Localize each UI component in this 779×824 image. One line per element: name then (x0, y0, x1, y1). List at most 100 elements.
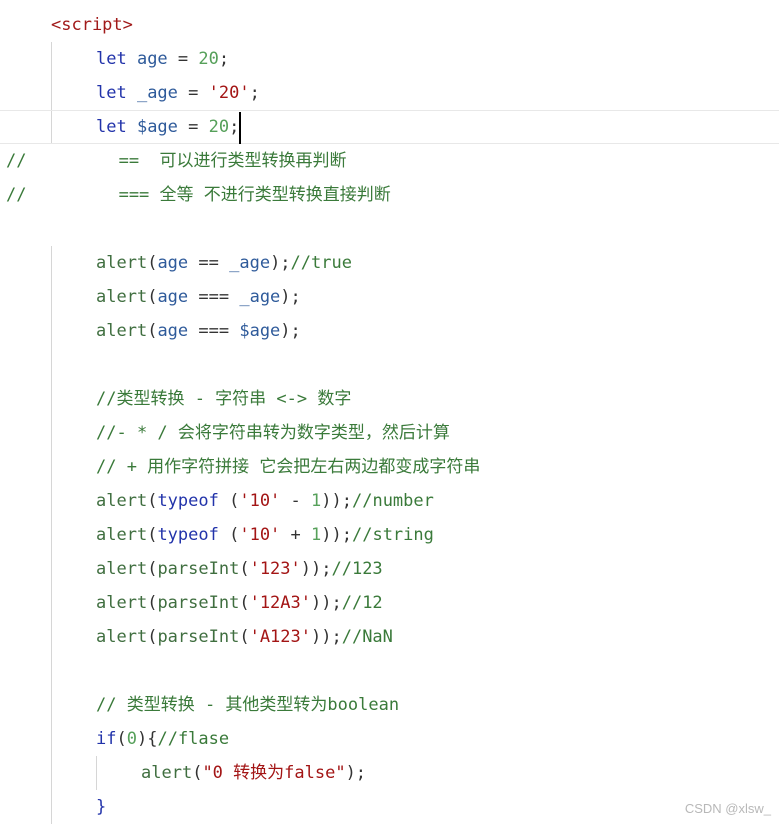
code-line[interactable]: alert(age === _age); (0, 280, 779, 314)
code-token: } (96, 797, 107, 817)
code-token: //true (290, 253, 352, 273)
code-text: <script> (51, 8, 133, 42)
code-token: ( (218, 491, 240, 511)
code-line[interactable]: alert(parseInt('123'));//123 (0, 552, 779, 586)
code-token: ( (147, 287, 158, 307)
code-token: $age (126, 117, 189, 137)
code-line[interactable] (0, 654, 779, 688)
code-token: '10' (239, 525, 281, 545)
code-token: = (188, 117, 199, 137)
code-token: age (126, 49, 178, 69)
code-token: "0 转换为false" (202, 763, 346, 783)
code-line[interactable]: if(0){//flase (0, 722, 779, 756)
code-line[interactable]: // == 可以进行类型转换再判断 (0, 144, 779, 178)
code-line[interactable]: alert(age == _age);//true (0, 246, 779, 280)
code-line[interactable]: alert(typeof ('10' - 1));//number (0, 484, 779, 518)
code-text: //类型转换 - 字符串 <-> 数字 (96, 382, 351, 416)
code-text: alert(typeof ('10' + 1));//string (96, 518, 434, 552)
code-token: 20 (188, 49, 219, 69)
code-token: _age (229, 287, 281, 307)
code-line[interactable] (0, 348, 779, 382)
code-line[interactable]: alert("0 转换为false"); (0, 756, 779, 790)
code-token: //123 (331, 559, 383, 579)
code-text: // + 用作字符拼接 它会把左右两边都变成字符串 (96, 450, 480, 484)
code-token: === (198, 321, 230, 341)
code-line[interactable]: alert(age === $age); (0, 314, 779, 348)
code-token: ( (147, 321, 158, 341)
code-token: $age (229, 321, 281, 341)
code-line[interactable]: let age = 20; (0, 42, 779, 76)
code-line[interactable]: // + 用作字符拼接 它会把左右两边都变成字符串 (0, 450, 779, 484)
code-token: //- * / 会将字符串转为数字类型，然后计算 (96, 423, 450, 443)
code-token: = (188, 83, 199, 103)
code-text: alert("0 转换为false"); (141, 756, 366, 790)
code-token: typeof (157, 525, 219, 545)
code-token: parseInt (157, 627, 240, 647)
watermark: CSDN @xlsw_ (684, 801, 771, 816)
code-text: //- * / 会将字符串转为数字类型，然后计算 (96, 416, 450, 450)
code-text: // === 全等 不进行类型转换直接判断 (6, 178, 391, 212)
code-token: _age (218, 253, 271, 273)
code-line[interactable]: } (0, 790, 779, 824)
code-token: //string (351, 525, 434, 545)
code-token: )); (311, 627, 342, 647)
code-token: ( (147, 525, 158, 545)
code-line[interactable]: alert(parseInt('A123'));//NaN (0, 620, 779, 654)
code-token: ); (345, 763, 367, 783)
code-token: let (96, 117, 127, 137)
code-line[interactable]: <script> (0, 8, 779, 42)
code-token: ( (218, 525, 240, 545)
code-text: // 类型转换 - 其他类型转为boolean (96, 688, 399, 722)
code-token: //number (351, 491, 434, 511)
code-token: if (96, 729, 117, 749)
code-line[interactable]: //类型转换 - 字符串 <-> 数字 (0, 382, 779, 416)
code-token: // === 全等 不进行类型转换直接判断 (6, 185, 391, 205)
code-token: )); (321, 525, 352, 545)
code-token: let (96, 49, 127, 69)
code-token: parseInt (157, 593, 240, 613)
code-token: )); (300, 559, 332, 579)
code-line[interactable]: alert(typeof ('10' + 1));//string (0, 518, 779, 552)
code-token: alert (96, 491, 148, 511)
code-token: ( (192, 763, 203, 783)
code-line[interactable]: // 类型转换 - 其他类型转为boolean (0, 688, 779, 722)
code-line[interactable]: let _age = '20'; (0, 76, 779, 110)
code-token: )); (311, 593, 342, 613)
code-token: ( (147, 627, 158, 647)
code-text: alert(age === _age); (96, 280, 301, 314)
code-token: ( (147, 559, 158, 579)
code-text: alert(age === $age); (96, 314, 301, 348)
code-token: ( (239, 627, 250, 647)
code-text: } (96, 790, 106, 824)
code-token: _age (126, 83, 189, 103)
code-token: // + 用作字符拼接 它会把左右两边都变成字符串 (96, 457, 481, 477)
code-text: alert(age == _age);//true (96, 246, 352, 280)
code-text: // == 可以进行类型转换再判断 (6, 144, 347, 178)
code-line[interactable]: // === 全等 不进行类型转换直接判断 (0, 178, 779, 212)
code-token: age (157, 287, 199, 307)
code-token: <script> (51, 15, 133, 35)
code-token: alert (96, 321, 148, 341)
code-text: if(0){//flase (96, 722, 229, 756)
code-editor[interactable]: <script> let age = 20; let _age = '20'; let… (0, 0, 779, 824)
code-token: alert (96, 627, 148, 647)
code-token: //flase (157, 729, 230, 749)
code-line[interactable]: //- * / 会将字符串转为数字类型，然后计算 (0, 416, 779, 450)
code-token: )); (321, 491, 352, 511)
code-token: alert (96, 253, 148, 273)
code-text: alert(parseInt('123'));//123 (96, 552, 383, 586)
code-token: == (198, 253, 219, 273)
code-line[interactable]: let $age = 20; (0, 110, 779, 144)
code-text: alert(parseInt('12A3'));//12 (96, 586, 383, 620)
code-token: ( (147, 593, 158, 613)
code-token: parseInt (157, 559, 240, 579)
code-token: typeof (157, 491, 219, 511)
code-token: ; (218, 49, 230, 69)
code-token: ( (147, 253, 158, 273)
code-token: // 类型转换 - 其他类型转为boolean (96, 695, 400, 715)
code-line[interactable] (0, 212, 779, 246)
code-line[interactable]: alert(parseInt('12A3'));//12 (0, 586, 779, 620)
code-token: alert (96, 593, 148, 613)
code-token: ( (239, 593, 250, 613)
code-token: ){ (136, 729, 158, 749)
